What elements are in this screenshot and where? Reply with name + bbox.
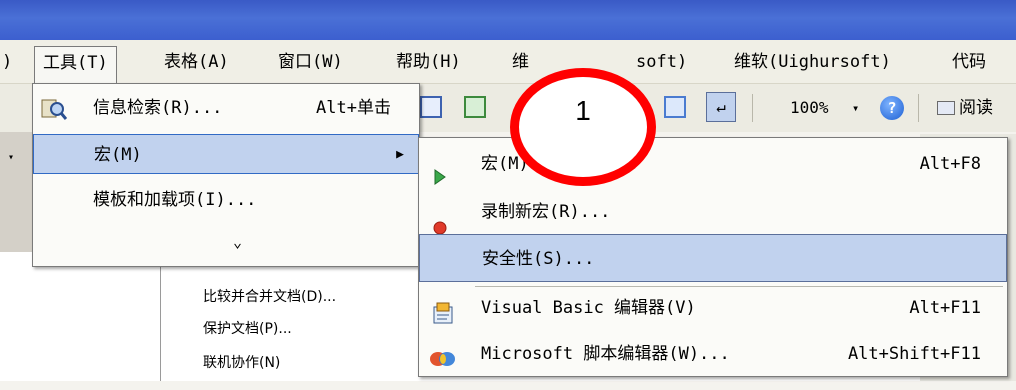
menu-item-templates[interactable]: 模板和加载项(I)...	[33, 180, 419, 220]
menu-item-script-editor[interactable]: Microsoft 脚本编辑器(W)... Alt+Shift+F11	[419, 330, 1007, 378]
read-button[interactable]: 阅读	[937, 94, 993, 122]
toolbar-separator	[752, 94, 753, 122]
menu-item-label: 模板和加载项(I)...	[93, 190, 257, 210]
research-icon	[41, 96, 68, 120]
excel-sheet-icon[interactable]	[464, 96, 486, 118]
menu-table[interactable]: 表格(A)	[156, 46, 237, 78]
ruler-strip: ▾	[0, 132, 34, 252]
menu-weiruan-ms-suffix[interactable]: soft)	[628, 46, 695, 78]
menu-weiruan-ms[interactable]: 维	[504, 46, 537, 78]
menu-help[interactable]: 帮助(H)	[388, 46, 469, 78]
title-bar	[0, 0, 1016, 40]
tools-menu: 信息检索(R)... Alt+单击 宏(M) ▶ 模板和加载项(I)... ⌄	[32, 83, 420, 267]
menu-item-shortcut: Alt+F11	[909, 298, 981, 318]
help-icon[interactable]: ?	[880, 96, 904, 120]
compare-merge-item[interactable]: 比较并合并文档(D)...	[203, 286, 336, 306]
menu-item-label: Microsoft 脚本编辑器(W)...	[481, 344, 730, 364]
menu-item-vb-editor[interactable]: Visual Basic 编辑器(V) Alt+F11	[419, 284, 1007, 332]
menu-item-macro[interactable]: 宏(M) ▶	[33, 134, 419, 174]
background-menu: 比较并合并文档(D)... 保护文档(P)... 联机协作(N)	[160, 260, 425, 381]
annotation-callout: 1	[510, 68, 656, 186]
menu-fragment-left[interactable]: )	[0, 46, 20, 78]
protect-document-item[interactable]: 保护文档(P)...	[203, 318, 292, 338]
online-collab-item[interactable]: 联机协作(N)	[203, 352, 280, 372]
macro-submenu: 宏(M)... Alt+F8 录制新宏(R)... 安全性(S)... Visu…	[418, 137, 1008, 377]
menu-window[interactable]: 窗口(W)	[270, 46, 351, 78]
zoom-dropdown-arrow[interactable]: ▾	[852, 94, 868, 122]
show-hide-marks-icon[interactable]: ↵	[706, 92, 736, 122]
menu-item-shortcut: Alt+单击	[316, 98, 391, 118]
read-label: 阅读	[959, 98, 993, 118]
menu-item-macros[interactable]: 宏(M)... Alt+F8	[419, 140, 1007, 188]
record-icon	[433, 206, 459, 235]
menu-uighursoft[interactable]: 维软(Uighursoft)	[726, 46, 899, 78]
menu-bar: ) 工具(T) 表格(A) 窗口(W) 帮助(H) 维 soft) 维软(Uig…	[0, 40, 1016, 84]
vb-editor-icon	[431, 296, 457, 324]
book-icon	[937, 101, 955, 115]
menu-item-label: 信息检索(R)...	[93, 98, 223, 118]
menu-expand[interactable]: ⌄	[33, 222, 419, 262]
callout-number: 1	[575, 95, 591, 126]
menu-item-shortcut: Alt+F8	[919, 154, 981, 174]
menu-item-research[interactable]: 信息检索(R)... Alt+单击	[33, 88, 419, 128]
dropdown-arrow-icon: ▾	[8, 152, 15, 163]
script-editor-icon	[429, 342, 455, 366]
menu-tools[interactable]: 工具(T)	[34, 46, 117, 84]
table-icon[interactable]	[420, 96, 442, 118]
document-map-icon[interactable]	[664, 96, 686, 118]
menu-code[interactable]: 代码	[944, 46, 994, 78]
menu-item-security[interactable]: 安全性(S)...	[419, 234, 1007, 282]
zoom-value[interactable]: 100%	[790, 94, 829, 122]
menu-item-shortcut: Alt+Shift+F11	[847, 344, 981, 364]
menu-item-label: Visual Basic 编辑器(V)	[481, 298, 696, 318]
menu-item-label: 宏(M)	[94, 145, 142, 165]
menu-item-label: 安全性(S)...	[482, 249, 595, 269]
play-macro-icon	[433, 156, 459, 185]
menu-item-label: 录制新宏(R)...	[481, 202, 611, 222]
menu-item-record-macro[interactable]: 录制新宏(R)...	[419, 188, 1007, 236]
submenu-arrow-icon: ▶	[396, 147, 404, 162]
expand-chevron-icon: ⌄	[233, 233, 243, 251]
toolbar-separator	[918, 94, 919, 122]
